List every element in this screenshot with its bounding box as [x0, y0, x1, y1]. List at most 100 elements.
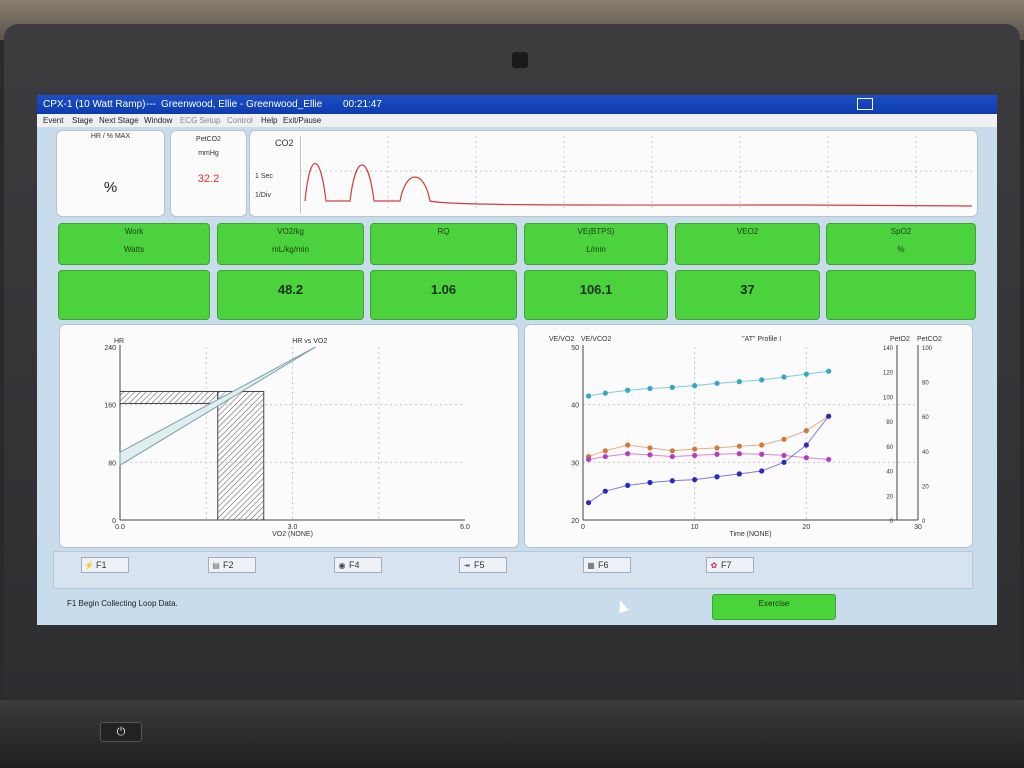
hr-max-unit: % — [103, 179, 118, 196]
spo2-label: SpO2 — [890, 227, 912, 236]
left-axis-label-ve-vco2: VE/VCO2 — [581, 336, 611, 343]
status-text: F1 Begin Collecting Loop Data. — [67, 599, 178, 608]
rq-label: RQ — [437, 227, 450, 236]
right-axis-label-petco2: PetCO2 — [917, 336, 942, 343]
menu-next-stage[interactable]: Next Stage — [99, 114, 139, 127]
x-tick-label: 0 — [581, 524, 585, 531]
y-tick-label: 80 — [108, 460, 116, 467]
series-line-0 — [588, 370, 829, 397]
laptop-keyboard-deck — [0, 700, 1024, 768]
loop-icon: ⚡ — [84, 561, 94, 570]
f4-button[interactable]: ◉ F4 — [334, 557, 382, 573]
vo2kg-unit: mL/kg/min — [272, 245, 309, 254]
y-tick-label: 160 — [104, 403, 116, 410]
petco2-value: 32.2 — [197, 173, 220, 185]
keyboard-icon: ▤ — [212, 561, 220, 570]
menu-help[interactable]: Help — [261, 114, 277, 127]
window-title-app: CPX-1 (10 Watt Ramp) — [43, 99, 146, 110]
webcam — [512, 52, 528, 68]
flower-icon: ✿ — [710, 561, 718, 570]
f2-label: F2 — [223, 560, 234, 570]
right-axis-label-peto2: PetO2 — [890, 336, 910, 343]
right-o2-tick-label: 140 — [883, 346, 894, 352]
vo2kg-label: VO2/kg — [277, 227, 304, 236]
status-bar: F1 Begin Collecting Loop Data. — [53, 591, 703, 619]
co2-trace — [304, 163, 973, 207]
f5-label: F5 — [474, 560, 485, 570]
x-axis-label: Time (NONE) — [729, 531, 771, 538]
menu-window[interactable]: Window — [144, 114, 172, 127]
right-o2-tick-label: 40 — [886, 470, 893, 476]
x-tick-label: 0.0 — [115, 524, 125, 531]
x-tick-label: 30 — [914, 524, 922, 531]
x-tick-label: 20 — [802, 524, 810, 531]
hr-max-box: HR / % MAX % — [56, 130, 165, 217]
hr-vs-vo2-panel: 0 80 160 240 0.0 3.0 6.0 HR HR vs VO2 VO2 (NONE) — [59, 324, 519, 548]
x-tick-label: 3.0 — [288, 524, 298, 531]
power-icon[interactable]: ⏻ — [100, 722, 142, 742]
restore-icon[interactable] — [857, 98, 873, 110]
chart-title: HR vs VO2 — [292, 338, 327, 345]
right-co2-tick-label: 60 — [922, 415, 929, 421]
menu-bar: Event Stage Next Stage Window ECG Setup … — [37, 114, 997, 127]
work-value-box — [58, 270, 210, 320]
veo2-label-box: VEO2 — [675, 223, 820, 265]
f2-button[interactable]: ▤ F2 — [208, 557, 256, 573]
ve-label: VE(BTPS) — [577, 227, 615, 236]
veo2-label: VEO2 — [736, 227, 759, 236]
x-tick-label: 10 — [691, 524, 699, 531]
menu-stage[interactable]: Stage — [72, 114, 93, 127]
f7-button[interactable]: ✿ F7 — [706, 557, 754, 573]
elapsed-time: 00:21:47 — [343, 99, 382, 110]
work-label-box: Work Watts — [58, 223, 210, 265]
series-line-2 — [588, 453, 829, 460]
right-co2-tick-label: 40 — [922, 450, 929, 456]
menu-event[interactable]: Event — [43, 114, 63, 127]
exercise-mode-button[interactable]: Exercise — [712, 594, 836, 620]
function-key-bar: ⚡ F1 ▤ F2 ◉ F4 ↠ F5 ▦ F6 ✿ F7 — [53, 551, 973, 589]
f1-button[interactable]: ⚡ F1 — [81, 557, 129, 573]
right-o2-tick-label: 60 — [886, 445, 893, 451]
co2-div-label: 1/Div — [255, 192, 271, 199]
hr-vs-vo2-chart: 0801602400.0 3.0 6.0HR HR vs VO2VO2 (NONE) — [104, 338, 470, 538]
ve-value: 106.1 — [579, 282, 613, 297]
right-co2-tick-label: 100 — [922, 346, 933, 352]
title-bar: CPX-1 (10 Watt Ramp) --- Greenwood, Elli… — [37, 95, 997, 114]
right-o2-tick-label: 120 — [883, 371, 894, 377]
co2-label: CO2 — [275, 138, 294, 148]
rq-value: 1.06 — [430, 282, 457, 297]
f7-label: F7 — [721, 560, 732, 570]
menu-exit-pause[interactable]: Exit/Pause — [283, 114, 321, 127]
y-axis-label: HR — [114, 338, 124, 345]
f4-label: F4 — [349, 560, 360, 570]
exercise-mode-label: Exercise — [758, 599, 790, 608]
ve-label-box: VE(BTPS) L/min — [524, 223, 668, 265]
right-o2-tick-label: 20 — [886, 494, 893, 500]
right-o2-tick-label: 80 — [886, 420, 893, 426]
f1-label: F1 — [96, 560, 107, 570]
veo2-value: 37 — [740, 282, 755, 297]
ve-unit: L/min — [586, 245, 606, 254]
veo2-value-box: 37 — [675, 270, 820, 320]
left-y-tick-label: 30 — [571, 460, 579, 467]
rq-label-box: RQ — [370, 223, 517, 265]
work-unit: Watts — [123, 245, 145, 254]
petco2-label: PetCO2 — [196, 136, 221, 143]
f5-button[interactable]: ↠ F5 — [459, 557, 507, 573]
x-axis-label: VO2 (NONE) — [272, 531, 313, 538]
f6-button[interactable]: ▦ F6 — [583, 557, 631, 573]
co2-speed-label: 1 Sec — [255, 173, 273, 180]
menu-ecg-setup: ECG Setup — [180, 116, 221, 125]
f6-label: F6 — [598, 560, 609, 570]
petco2-box: PetCO2 mmHg 32.2 — [170, 130, 247, 217]
spo2-value-box — [826, 270, 976, 320]
series-line-1 — [588, 415, 829, 458]
right-co2-tick-label: 20 — [922, 484, 929, 490]
co2-waveform-panel: CO2 1 Sec 1/Div — [249, 130, 978, 217]
vo2kg-value: 48.2 — [277, 282, 304, 297]
vo2kg-value-box: 48.2 — [217, 270, 364, 320]
co2-waveform — [300, 136, 975, 213]
left-axis-label-ve-vo2: VE/VO2 — [549, 336, 574, 343]
y-tick-label: 240 — [104, 345, 116, 352]
vo2-target-hatch — [217, 390, 265, 521]
